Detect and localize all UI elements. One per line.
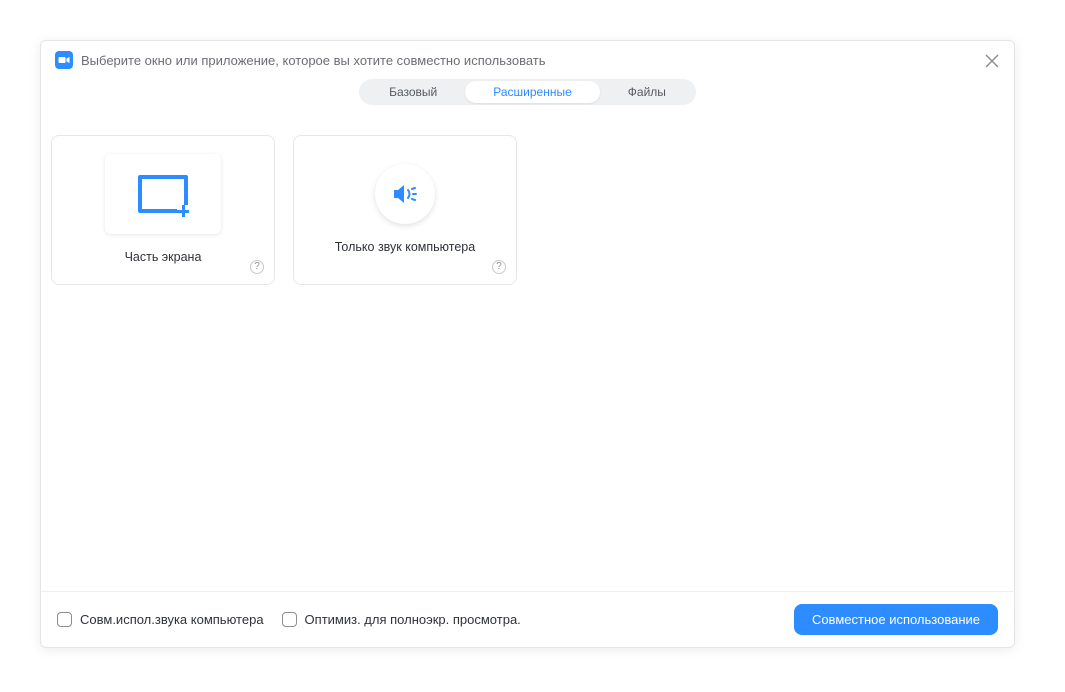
tabs-row: Базовый Расширенные Файлы [41,75,1014,117]
speaker-icon [375,164,435,224]
checkbox-box [57,612,72,627]
titlebar: Выберите окно или приложение, которое вы… [41,41,1014,75]
zoom-app-icon [55,51,73,69]
tab-advanced[interactable]: Расширенные [465,81,600,103]
checkbox-label: Совм.испол.звука компьютера [80,612,264,627]
checkbox-label: Оптимиз. для полноэкр. просмотра. [305,612,521,627]
checkbox-optimize-fullscreen[interactable]: Оптимиз. для полноэкр. просмотра. [282,612,521,627]
share-screen-dialog: Выберите окно или приложение, которое вы… [40,40,1015,648]
close-button[interactable] [984,53,1000,69]
tab-basic[interactable]: Базовый [361,81,465,103]
option-portion-of-screen[interactable]: Часть экрана ? [51,135,275,285]
tab-files[interactable]: Файлы [600,81,694,103]
tabs-container: Базовый Расширенные Файлы [359,79,696,105]
option-label: Часть экрана [125,250,202,264]
share-button[interactable]: Совместное использование [794,604,998,635]
option-label: Только звук компьютера [335,240,475,254]
dialog-footer: Совм.испол.звука компьютера Оптимиз. для… [41,591,1014,647]
options-content: Часть экрана ? Только звук компьютера ? [41,117,1014,591]
checkbox-box [282,612,297,627]
help-icon[interactable]: ? [250,260,264,274]
dialog-title: Выберите окно или приложение, которое вы… [81,53,546,68]
checkbox-share-computer-sound[interactable]: Совм.испол.звука компьютера [57,612,264,627]
help-icon[interactable]: ? [492,260,506,274]
screen-portion-icon [105,154,221,234]
option-computer-audio-only[interactable]: Только звук компьютера ? [293,135,517,285]
